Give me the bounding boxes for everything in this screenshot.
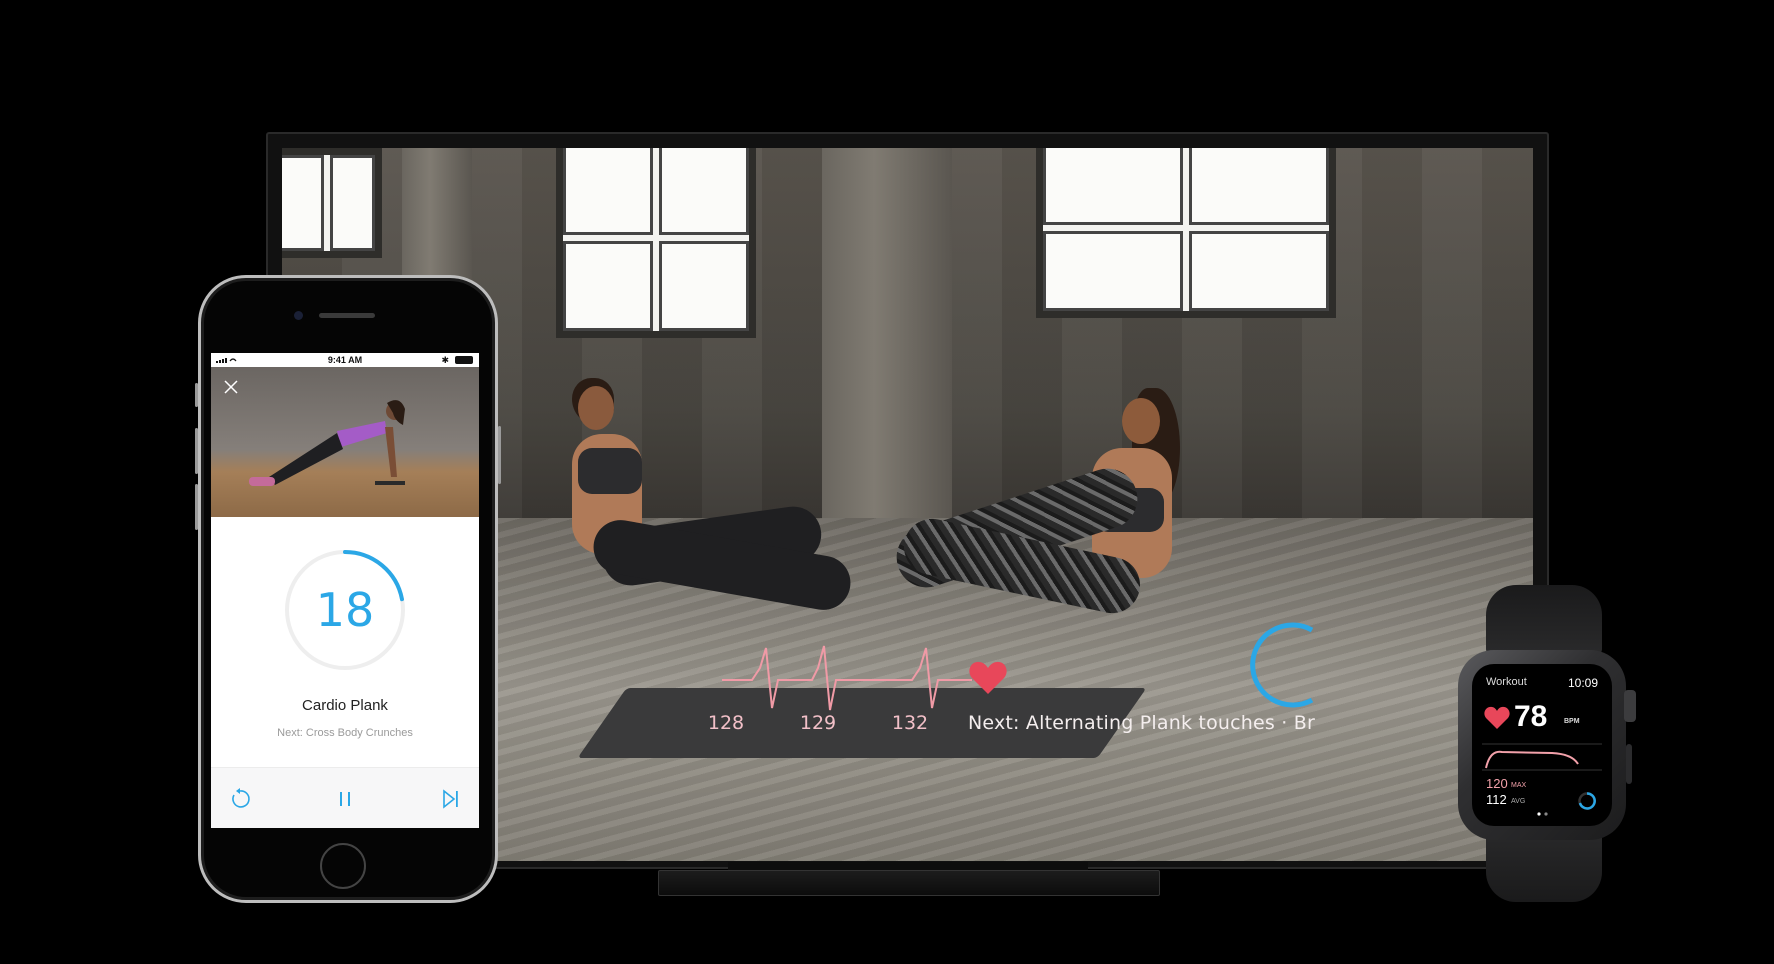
watch-band bbox=[1486, 585, 1602, 655]
next-exercise-ticker: Next: Alternating Plank touches · Br bbox=[968, 712, 1315, 734]
signal-icon bbox=[216, 358, 237, 363]
exercise-video[interactable] bbox=[211, 367, 479, 517]
video-window bbox=[1036, 148, 1336, 318]
avg-unit: AVG bbox=[1511, 798, 1526, 805]
trainer-plank-figure bbox=[249, 400, 405, 486]
skip-forward-icon[interactable] bbox=[437, 786, 463, 812]
status-bar: 9:41 AM ✱ bbox=[211, 353, 479, 367]
progress-ring-icon bbox=[1250, 622, 1314, 708]
playback-controls bbox=[211, 767, 479, 828]
exercise-title: Cardio Plank bbox=[302, 697, 388, 714]
page-indicator bbox=[1537, 812, 1548, 816]
tv-stand bbox=[658, 870, 1160, 896]
earpiece-speaker bbox=[319, 313, 375, 318]
watch-app-title: Workout bbox=[1486, 676, 1527, 688]
bluetooth-icon: ✱ bbox=[441, 355, 449, 365]
video-pillar bbox=[822, 148, 952, 518]
heart-rate-graph bbox=[1482, 743, 1602, 771]
heart-rate-value: 129 bbox=[799, 712, 837, 734]
exercise-card: 18 Cardio Plank Next: Cross Body Crunche… bbox=[211, 517, 479, 828]
close-icon[interactable] bbox=[223, 379, 239, 395]
next-exercise-label: Next: Cross Body Crunches bbox=[277, 727, 413, 739]
heart-rate-max: 120 bbox=[1486, 776, 1508, 791]
heart-icon bbox=[1484, 706, 1510, 729]
activity-ring-icon bbox=[1578, 792, 1596, 810]
heart-rate-value: 132 bbox=[891, 712, 929, 734]
digital-crown[interactable] bbox=[1624, 690, 1636, 722]
mute-switch bbox=[195, 383, 198, 407]
video-window bbox=[556, 148, 756, 338]
heart-rate-avg: 112 bbox=[1486, 792, 1507, 807]
pause-icon[interactable] bbox=[332, 786, 358, 812]
heart-rate-bpm: 78 bbox=[1514, 700, 1548, 733]
iphone: 9:41 AM ✱ 18 Cardio Plank Next: Cross Bo… bbox=[195, 275, 501, 903]
front-camera bbox=[294, 311, 303, 320]
heart-rate-value: 128 bbox=[707, 712, 745, 734]
watch-side-button[interactable] bbox=[1626, 744, 1632, 784]
bpm-unit: BPM bbox=[1564, 718, 1580, 725]
timer-value: 18 bbox=[315, 583, 375, 637]
restart-icon[interactable] bbox=[227, 786, 253, 812]
watch-screen: Workout 10:09 78 BPM 120 MAX 112 AVG bbox=[1472, 664, 1612, 826]
status-time: 9:41 AM bbox=[327, 355, 363, 365]
home-button[interactable] bbox=[320, 843, 366, 889]
video-window bbox=[282, 148, 382, 258]
volume-up-button bbox=[195, 428, 198, 474]
watch-time: 10:09 bbox=[1567, 676, 1598, 690]
phone-screen: 9:41 AM ✱ 18 Cardio Plank Next: Cross Bo… bbox=[211, 353, 479, 828]
power-button bbox=[498, 426, 501, 484]
battery-icon bbox=[455, 356, 473, 364]
max-unit: MAX bbox=[1511, 782, 1527, 789]
volume-down-button bbox=[195, 484, 198, 530]
heart-icon bbox=[969, 661, 1007, 694]
